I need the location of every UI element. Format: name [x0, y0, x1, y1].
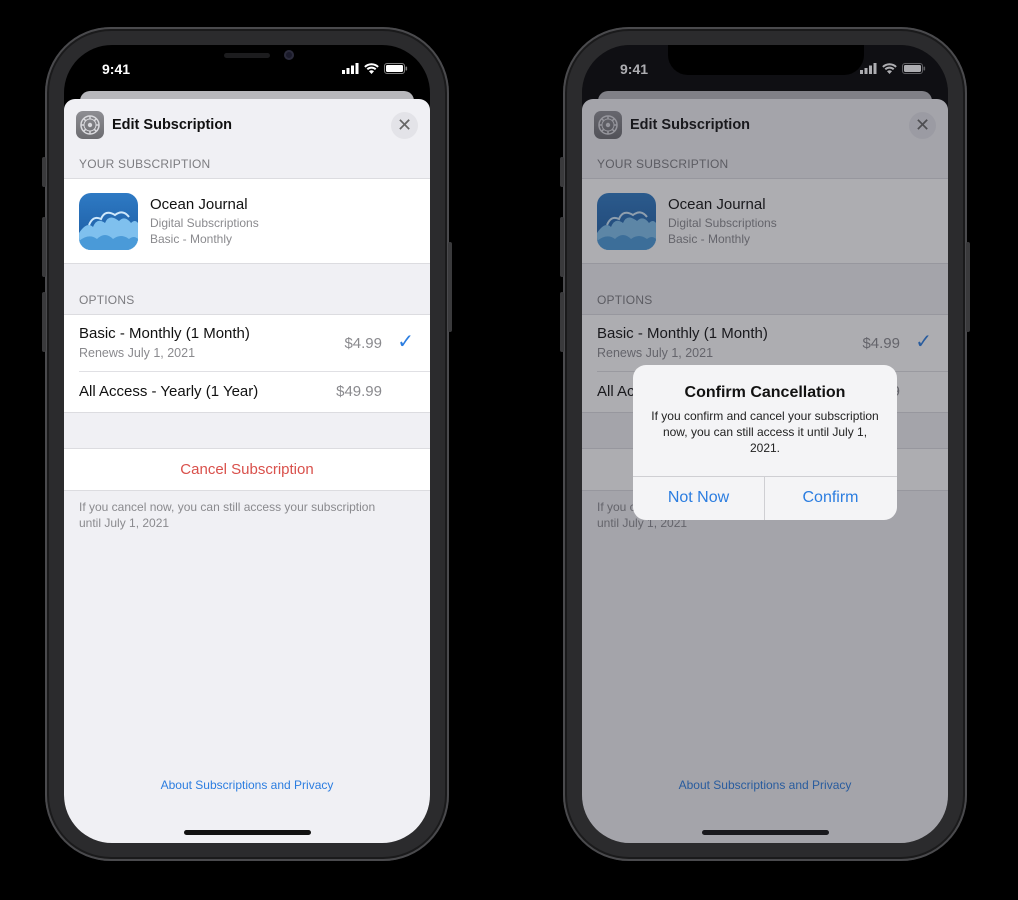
signal-icon	[342, 63, 359, 74]
earpiece-speaker	[224, 53, 270, 58]
alert-message: If you confirm and cancel your subscript…	[651, 409, 879, 455]
option-row-basic-monthly[interactable]: Basic - Monthly (1 Month) Renews July 1,…	[64, 315, 430, 371]
volume-down-button	[560, 292, 564, 352]
mute-switch	[42, 157, 46, 187]
app-category: Digital Subscriptions	[150, 216, 259, 230]
sheet-header: Edit Subscription ✕	[64, 99, 430, 153]
cancel-footnote: If you cancel now, you can still access …	[79, 500, 376, 530]
screen: 9:41 Edit Subscription ✕ YOUR SUBSCRIPTI…	[582, 45, 948, 843]
volume-down-button	[42, 292, 46, 352]
options-label: OPTIONS	[79, 293, 135, 307]
option-title: Basic - Monthly (1 Month)	[79, 325, 250, 342]
screen: 9:41 Edit Subscription ✕ YOUR SUBSCRIPTI…	[64, 45, 430, 843]
options-card: Basic - Monthly (1 Month) Renews July 1,…	[64, 314, 430, 413]
app-plan: Basic - Monthly	[150, 232, 233, 246]
notch	[668, 45, 864, 75]
app-name: Ocean Journal	[150, 196, 248, 213]
front-camera	[284, 50, 294, 60]
mute-switch	[560, 157, 564, 187]
cancel-subscription-label: Cancel Subscription	[180, 461, 314, 478]
confirm-cancellation-alert: Confirm Cancellation If you confirm and …	[633, 365, 897, 520]
ocean-journal-app-icon	[79, 193, 138, 250]
volume-up-button	[560, 217, 564, 277]
checkmark-icon: ✓	[397, 331, 414, 353]
your-subscription-label: YOUR SUBSCRIPTION	[79, 157, 211, 171]
status-icons	[342, 63, 408, 74]
side-button	[966, 242, 970, 332]
cancel-subscription-button[interactable]: Cancel Subscription	[64, 448, 430, 491]
phone-right: 9:41 Edit Subscription ✕ YOUR SUBSCRIPTI…	[560, 27, 970, 861]
side-button	[448, 242, 452, 332]
confirm-button[interactable]: Confirm	[765, 476, 896, 520]
close-icon: ✕	[396, 115, 413, 135]
option-renewal: Renews July 1, 2021	[79, 346, 196, 360]
battery-icon	[384, 63, 408, 74]
not-now-button[interactable]: Not Now	[633, 476, 764, 520]
settings-icon	[76, 111, 104, 139]
volume-up-button	[42, 217, 46, 277]
option-row-all-access-yearly[interactable]: All Access - Yearly (1 Year) $49.99	[64, 372, 430, 414]
status-time: 9:41	[102, 61, 131, 77]
wifi-icon	[364, 63, 379, 74]
option-price: $4.99	[344, 335, 382, 352]
subscription-card: Ocean Journal Digital Subscriptions Basi…	[64, 178, 430, 264]
option-title: All Access - Yearly (1 Year)	[79, 383, 259, 400]
phone-left: 9:41 Edit Subscription ✕ YOUR SUBSCRIPTI…	[42, 27, 452, 861]
sheet-title: Edit Subscription	[112, 117, 233, 133]
alert-title: Confirm Cancellation	[684, 384, 846, 401]
option-price: $49.99	[336, 383, 382, 400]
close-button[interactable]: ✕	[391, 112, 418, 139]
edit-subscription-sheet: Edit Subscription ✕ YOUR SUBSCRIPTION Oc…	[64, 99, 430, 843]
home-indicator	[184, 830, 311, 835]
status-bar: 9:41	[64, 45, 430, 91]
about-subscriptions-link[interactable]: About Subscriptions and Privacy	[64, 778, 430, 792]
